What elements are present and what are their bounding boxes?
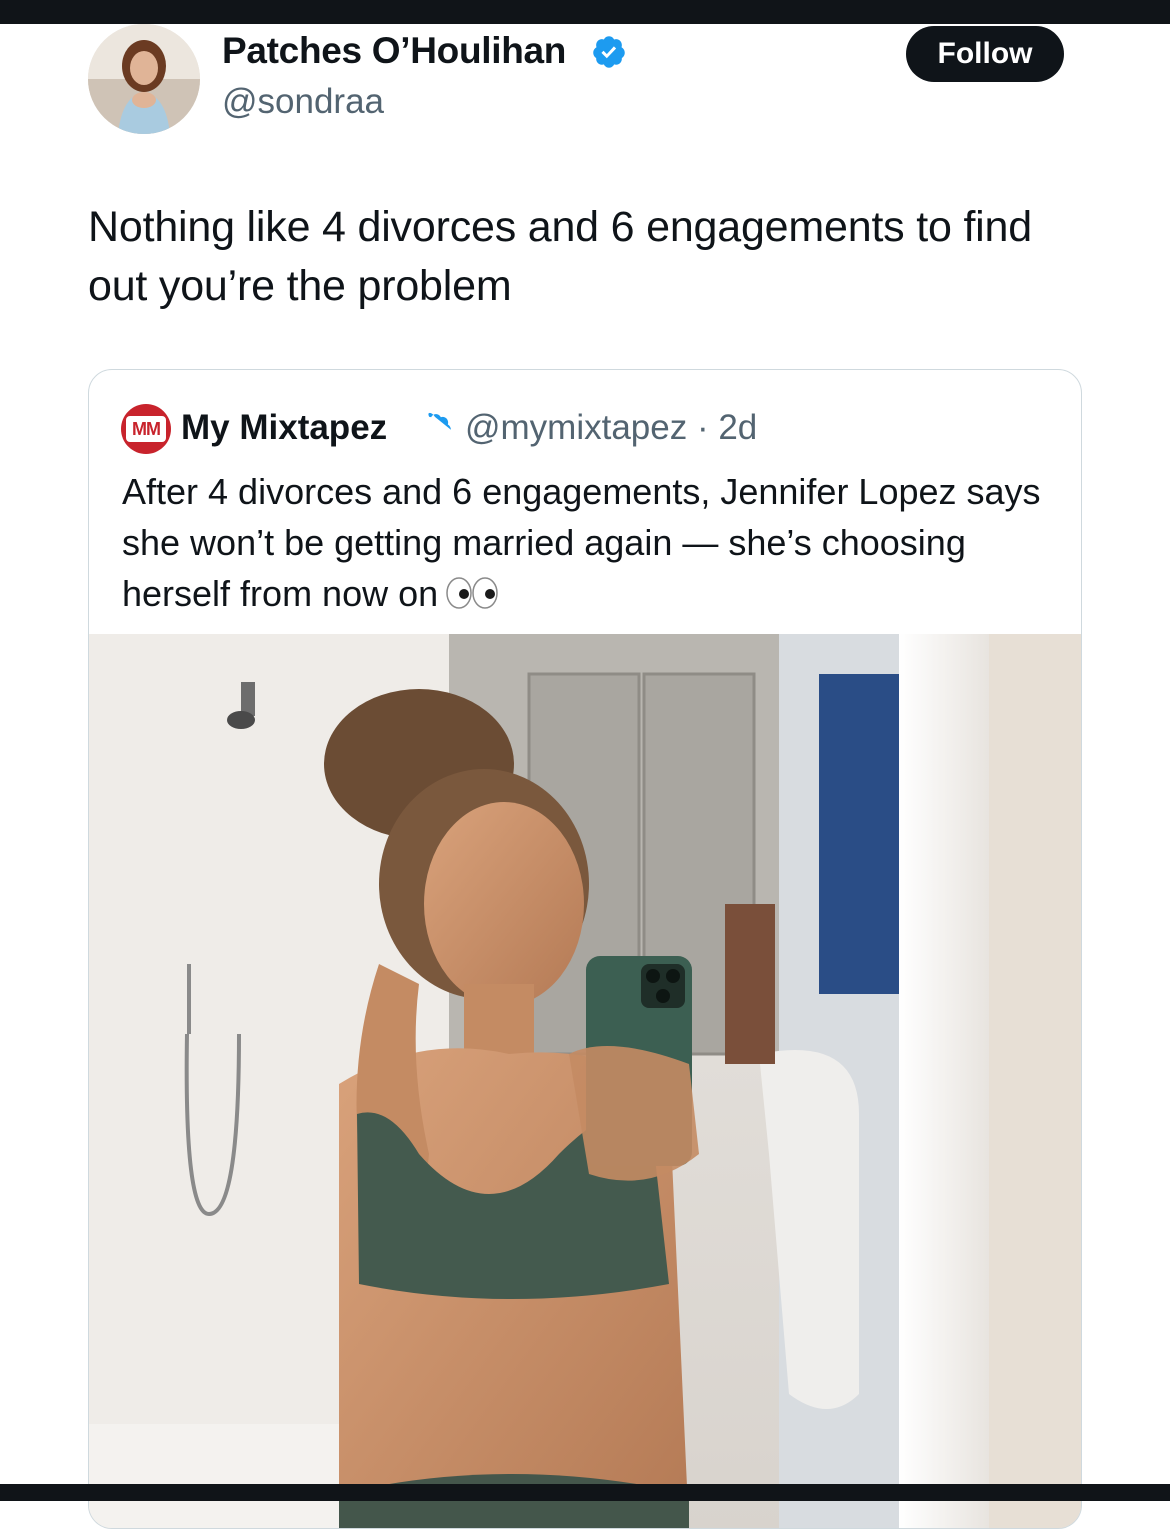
top-status-bar [0, 0, 1170, 24]
quoted-tweet-text: After 4 divorces and 6 engagements, Jenn… [122, 466, 1052, 619]
author-handle[interactable]: @sondraa [222, 82, 384, 122]
quoted-handle-time[interactable]: @mymixtapez · 2d [465, 408, 757, 448]
verified-badge-icon [428, 412, 451, 435]
author-avatar[interactable] [88, 24, 200, 134]
avatar-image [88, 24, 200, 134]
eyes-emoji [446, 577, 498, 609]
verified-badge-icon [593, 36, 625, 68]
follow-button[interactable]: Follow [906, 26, 1064, 82]
author-display-name[interactable]: Patches O’Houlihan [222, 30, 566, 72]
quoted-display-name[interactable]: My Mixtapez [181, 408, 387, 448]
quoted-avatar-logo: MM [126, 416, 166, 442]
quoted-avatar[interactable]: MM [121, 404, 171, 454]
quoted-tweet-card[interactable]: MM My Mixtapez @mymixtapez · 2d After 4 … [88, 369, 1082, 1529]
bottom-bar [0, 1484, 1170, 1501]
selfie-photo [89, 634, 1081, 1528]
quoted-media-photo[interactable] [89, 634, 1081, 1528]
tweet-text: Nothing like 4 divorces and 6 engagement… [88, 203, 1032, 310]
quoted-tweet-body: After 4 divorces and 6 engagements, Jenn… [122, 471, 1041, 614]
